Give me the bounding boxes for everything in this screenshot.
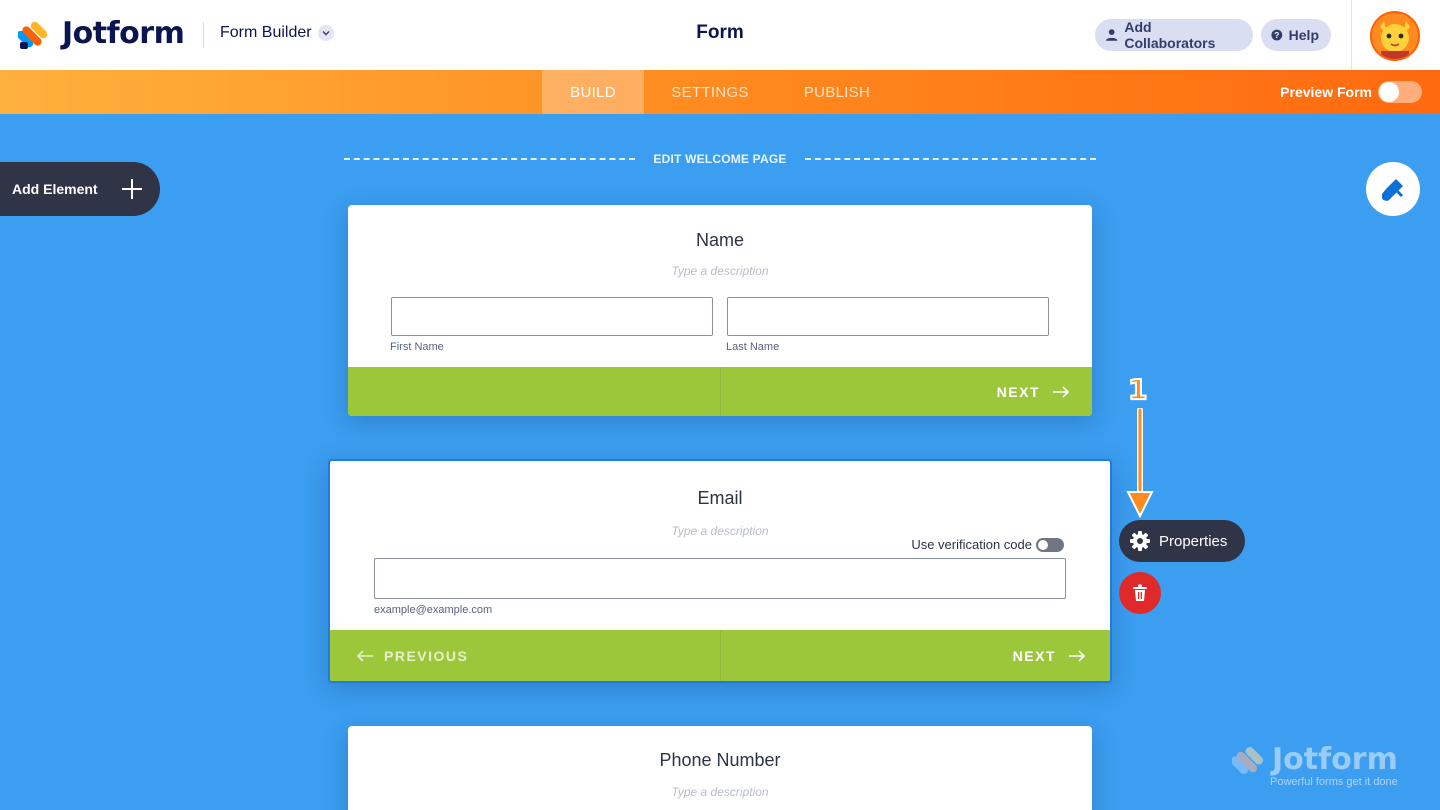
- tab-build[interactable]: BUILD: [542, 70, 644, 114]
- help-label: Help: [1288, 27, 1319, 43]
- jotform-watermark: Jotform: [1232, 742, 1398, 777]
- jotform-logo-icon: [18, 21, 48, 49]
- phone-field-title[interactable]: Phone Number: [348, 750, 1092, 771]
- verification-switch[interactable]: [1036, 537, 1064, 552]
- switch-knob: [1038, 539, 1048, 550]
- first-name-input[interactable]: [391, 297, 713, 336]
- avatar-icon: [1372, 13, 1418, 59]
- paint-brush-icon: [1382, 179, 1403, 201]
- first-name-sublabel: First Name: [390, 341, 444, 353]
- verification-label: Use verification code: [911, 537, 1032, 552]
- next-button[interactable]: NEXT: [997, 367, 1070, 416]
- top-header: Jotform Form Builder Form Add Collaborat…: [0, 0, 1440, 70]
- brand-name: Jotform: [62, 16, 185, 51]
- gear-icon: [1130, 531, 1150, 551]
- watermark-tagline: Powerful forms get it done: [1270, 776, 1398, 788]
- email-field-card[interactable]: Email Type a description Use verificatio…: [328, 459, 1112, 683]
- email-sublabel: example@example.com: [374, 604, 493, 616]
- previous-button[interactable]: PREVIOUS: [356, 630, 468, 681]
- help-button[interactable]: ? Help: [1261, 19, 1331, 51]
- dashed-line: [804, 158, 1096, 160]
- svg-text:?: ?: [1274, 30, 1279, 40]
- avatar[interactable]: [1370, 11, 1420, 61]
- edit-welcome-page[interactable]: EDIT WELCOME PAGE: [344, 150, 1096, 168]
- header-divider: [203, 22, 204, 48]
- preview-form-toggle[interactable]: Preview Form: [1280, 81, 1422, 103]
- next-label: NEXT: [1012, 647, 1056, 664]
- trash-icon: [1133, 584, 1147, 601]
- switch-knob: [1379, 82, 1399, 102]
- add-collaborators-button[interactable]: Add Collaborators: [1095, 19, 1253, 51]
- properties-label: Properties: [1159, 532, 1228, 550]
- name-description[interactable]: Type a description: [348, 264, 1092, 278]
- email-input[interactable]: [374, 558, 1066, 599]
- last-name-sublabel: Last Name: [726, 341, 780, 353]
- tab-settings[interactable]: SETTINGS: [656, 70, 764, 114]
- edit-welcome-label: EDIT WELCOME PAGE: [653, 152, 787, 166]
- next-label: NEXT: [996, 383, 1040, 400]
- jotform-logo-icon: [1232, 746, 1264, 774]
- preview-switch[interactable]: [1378, 81, 1422, 103]
- properties-button[interactable]: Properties: [1119, 520, 1245, 562]
- watermark-brand: Jotform: [1272, 742, 1398, 777]
- footer-divider: [720, 630, 721, 681]
- name-field-card[interactable]: Name Type a description First Name Last …: [348, 205, 1092, 416]
- help-icon: ?: [1271, 29, 1283, 41]
- form-builder-dropdown[interactable]: Form Builder: [220, 24, 334, 42]
- chevron-down-icon: [317, 25, 334, 41]
- header-separator: [1351, 0, 1352, 70]
- arrow-left-icon: [356, 649, 373, 662]
- email-description[interactable]: Type a description: [330, 524, 1110, 538]
- phone-field-card[interactable]: Phone Number Type a description: [348, 726, 1092, 810]
- form-builder-label: Form Builder: [220, 24, 312, 41]
- add-collaborators-label: Add Collaborators: [1124, 19, 1216, 51]
- last-name-input[interactable]: [727, 297, 1049, 336]
- verification-code-option[interactable]: Use verification code: [911, 537, 1064, 552]
- name-field-title[interactable]: Name: [348, 230, 1092, 251]
- plus-icon: [120, 177, 144, 201]
- tab-publish[interactable]: PUBLISH: [784, 70, 890, 114]
- email-field-title[interactable]: Email: [330, 488, 1110, 509]
- previous-label: PREVIOUS: [384, 647, 469, 664]
- arrow-right-icon: [1053, 385, 1070, 398]
- footer-divider: [720, 367, 721, 416]
- arrow-down-icon: [1126, 408, 1154, 519]
- add-element-label: Add Element: [12, 181, 98, 197]
- delete-field-button[interactable]: [1119, 572, 1161, 614]
- step-number-marker: 1: [1127, 372, 1149, 407]
- user-icon: [1105, 29, 1118, 41]
- preview-form-label: Preview Form: [1280, 84, 1372, 100]
- jotform-logo[interactable]: Jotform: [18, 16, 185, 51]
- phone-description[interactable]: Type a description: [348, 785, 1092, 799]
- arrow-right-icon: [1069, 649, 1086, 662]
- next-button[interactable]: NEXT: [1013, 630, 1086, 681]
- builder-nav: BUILD SETTINGS PUBLISH Preview Form: [0, 70, 1440, 114]
- card-footer: PREVIOUS NEXT: [330, 630, 1110, 681]
- add-element-button[interactable]: Add Element: [0, 162, 160, 216]
- card-footer: NEXT: [348, 367, 1092, 416]
- dashed-line: [344, 158, 636, 160]
- form-designer-button[interactable]: [1366, 162, 1420, 216]
